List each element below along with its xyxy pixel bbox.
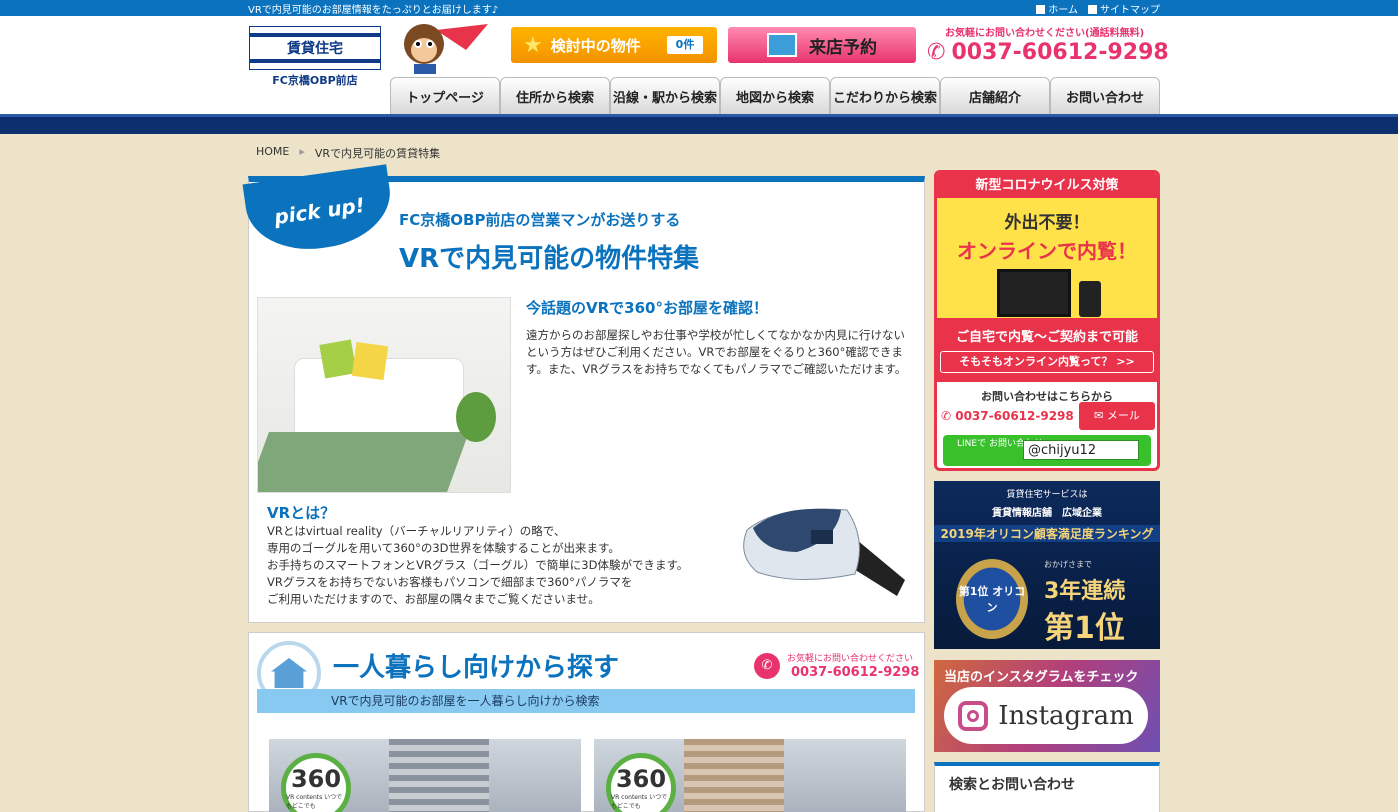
instagram-pill: Instagram (944, 687, 1148, 744)
nav-map-search[interactable]: 地図から検索 (720, 77, 830, 114)
nav-address-search[interactable]: 住所から検索 (500, 77, 610, 114)
oricon-r1: おかげさまで (1044, 560, 1092, 569)
visit-reservation-label: 来店予約 (809, 37, 877, 58)
mascot-monkey-icon (404, 24, 488, 74)
mail-button[interactable]: ✉ メール (1079, 402, 1155, 430)
pillow-yellow (351, 341, 389, 381)
rug-shape (258, 432, 469, 492)
favorites-count: 0件 (667, 36, 703, 54)
feature-panel: pick up! FC京橋OBP前店の営業マンがお送りする VRで内見可能の物件… (242, 164, 925, 623)
nav-contact[interactable]: お問い合わせ (1050, 77, 1160, 114)
building-shape (684, 739, 784, 812)
header-phone-number: 0037-60612-9298 (951, 40, 1169, 65)
tagline: VRで内見可能のお部屋情報をたっぷりとお届けします♪ (248, 5, 499, 16)
instagram-icon (958, 700, 989, 731)
breadcrumb: HOME ▸ VRで内見可能の賃貸特集 (256, 145, 440, 161)
nav-shop-info[interactable]: 店舗紹介 (940, 77, 1050, 114)
line-id: @chijyu12 (1023, 440, 1139, 460)
home-link[interactable]: ホーム (1036, 1, 1078, 16)
top-links: ホーム サイトマップ (1036, 1, 1160, 16)
single-tel-note: お気軽にお問い合わせください (787, 654, 914, 664)
global-nav: トップページ 住所から検索 沿線・駅から検索 地図から検索 こだわりから検索 店… (390, 77, 1160, 114)
property-photo[interactable]: 360 VR contents いつでもどこでも (269, 739, 581, 812)
covid-band: ご自宅で内覧～ご契約まで可能 そもそもオンライン内覧って？ >> (937, 318, 1157, 382)
search-contact-head: 検索とお問い合わせ (949, 777, 1075, 793)
covid-banner: 新型コロナウイルス対策 外出不要！ オンラインで内覧！ ご自宅で内覧～ご契約まで… (934, 170, 1160, 471)
smartphone-icon (1079, 281, 1101, 317)
breadcrumb-home[interactable]: HOME (256, 145, 289, 161)
badge-text: VR contents いつでもどこでも (611, 794, 668, 810)
oricon-r2: 3年連続 (1044, 579, 1126, 604)
single-tel[interactable]: 0037-60612-9298 (791, 665, 919, 680)
shop-name: FC京橋OBP前店 (272, 74, 358, 87)
phone-icon: ✆ (754, 653, 780, 679)
vr-360-badge: 360 VR contents いつでもどこでも (281, 753, 351, 812)
plant-shape (456, 392, 496, 442)
tel-note: お気軽にお問い合わせください(通話料無料) (945, 28, 1145, 39)
line-contact[interactable]: LINEで お問い合わせ @chijyu12 (943, 435, 1151, 466)
tv-icon (997, 269, 1071, 317)
sitemap-link[interactable]: サイトマップ (1088, 1, 1160, 16)
top-bar: VRで内見可能のお部屋情報をたっぷりとお届けします♪ ホーム サイトマップ (0, 0, 1398, 16)
feature-subtitle: FC京橋OBP前店の営業マンがお送りする (399, 211, 681, 229)
vr-360-badge: 360 VR contents いつでもどこでも (606, 753, 676, 812)
sitemap-icon (1088, 5, 1097, 14)
calendar-icon (767, 33, 797, 57)
visit-reservation-button[interactable]: 来店予約 (728, 27, 916, 63)
badge-number: 360 (615, 765, 667, 793)
breadcrumb-current: VRで内見可能の賃貸特集 (314, 147, 441, 160)
header-phone[interactable]: ✆ 0037-60612-9298 (927, 40, 1169, 65)
oricon-r3: 第1位 (1044, 611, 1125, 646)
badge-number: 360 (290, 765, 342, 793)
logo[interactable]: 賃貸住宅 (249, 26, 381, 70)
vr-heading: VRとは？ (267, 504, 336, 522)
single-living-panel: 一人暮らし向けから探す ✆ お気軽にお問い合わせください 0037-60612-… (248, 632, 925, 812)
nav-top[interactable]: トップページ (390, 77, 500, 114)
sidebar-tel[interactable]: ✆ 0037-60612-9298 (941, 409, 1074, 423)
favorites-button[interactable]: ★ 検討中の物件 0件 (511, 27, 717, 63)
feature-heading: 今話題のVRで360°お部屋を確認！ (526, 299, 768, 317)
oricon-medal-icon: 第1位 オリコン (956, 559, 1028, 639)
instagram-banner[interactable]: 当店のインスタグラムをチェック Instagram (934, 660, 1160, 752)
nav-station-search[interactable]: 沿線・駅から検索 (610, 77, 720, 114)
nav-condition-search[interactable]: こだわりから検索 (830, 77, 940, 114)
badge-text: VR contents いつでもどこでも (286, 794, 343, 810)
breadcrumb-separator-icon: ▸ (299, 145, 305, 158)
single-living-bar: VRで内見可能のお部屋を一人暮らし向けから検索 (257, 689, 915, 713)
building-shape (389, 739, 489, 812)
oricon-t3: 2019年オリコン顧客満足度ランキング (934, 525, 1160, 542)
vr-goggle-icon (743, 508, 905, 596)
vr-paragraph: VRとはvirtual reality（バーチャルリアリティ）の略で、 専用のゴ… (267, 524, 689, 606)
feature-paragraph: 遠方からのお部屋探しやお仕事や学校が忙しくてなかなか内見に行けないという方はぜひ… (526, 328, 907, 376)
oricon-t1: 賃貸住宅サービスは (1006, 490, 1088, 500)
online-viewing-button[interactable]: そもそもオンライン内覧って？ >> (940, 351, 1154, 373)
single-living-title: 一人暮らし向けから探す (333, 653, 620, 683)
covid-band-text: ご自宅で内覧～ご契約まで可能 (955, 330, 1138, 345)
phone-icon: ✆ (927, 40, 946, 65)
insta-head: 当店のインスタグラムをチェック (944, 670, 1139, 685)
home-icon (1036, 5, 1046, 14)
star-icon: ★ (523, 32, 543, 58)
oricon-banner[interactable]: 賃貸住宅サービスは 賃貸情報店舗 広域企業 2019年オリコン顧客満足度ランキン… (934, 481, 1160, 649)
property-photo[interactable]: 360 VR contents いつでもどこでも (594, 739, 906, 812)
room-image (257, 297, 511, 493)
feature-title: VRで内見可能の物件特集 (399, 244, 700, 274)
covid-b: オンラインで内覧！ (957, 239, 1137, 263)
search-contact-box: 検索とお問い合わせ (934, 762, 1160, 812)
pickup-badge: pick up! (242, 164, 397, 258)
covid-head: 新型コロナウイルス対策 (937, 173, 1157, 198)
oricon-t2: 賃貸情報店舗 広域企業 (992, 508, 1102, 519)
instagram-label: Instagram (998, 700, 1134, 731)
covid-a: 外出不要！ (1004, 213, 1090, 233)
favorites-label: 検討中の物件 (550, 36, 641, 55)
nav-band (0, 114, 1398, 134)
